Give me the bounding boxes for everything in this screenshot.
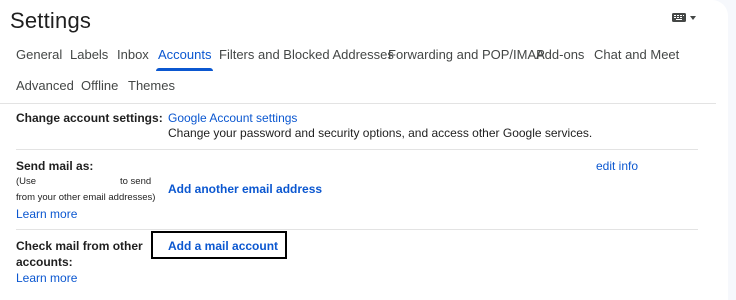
settings-tabs: General Labels Inbox Accounts Filters an… [0, 38, 716, 104]
tab-add-ons[interactable]: Add-ons [536, 47, 584, 71]
google-account-settings-link[interactable]: Google Account settings [168, 111, 297, 125]
tab-general[interactable]: General [16, 47, 62, 71]
input-tools-button[interactable] [672, 13, 696, 22]
page-title: Settings [10, 8, 92, 33]
tab-forwarding-and-pop-imap[interactable]: Forwarding and POP/IMAP [388, 47, 545, 71]
send-mail-note-end: to send [120, 176, 152, 187]
arrow-drop-down-icon [690, 15, 696, 20]
check-mail-label-line2: accounts: [16, 255, 73, 269]
keyboard-icon [672, 13, 686, 22]
edit-info-link[interactable]: edit info [596, 159, 638, 173]
change-account-description: Change your password and security option… [168, 126, 593, 140]
send-mail-note-start: (Use [16, 176, 37, 187]
tab-accounts[interactable]: Accounts [155, 47, 214, 71]
check-mail-label-line1: Check mail from other [16, 239, 143, 253]
settings-panel: Settings General Labels Inbox Accounts F… [0, 0, 728, 300]
send-mail-learn-more-link[interactable]: Learn more [16, 207, 77, 221]
tab-offline[interactable]: Offline [81, 78, 118, 102]
add-another-email-address-link[interactable]: Add another email address [168, 182, 322, 196]
row-change-account-settings: Change account settings: Google Account … [16, 104, 698, 150]
tab-filters-and-blocked-addresses[interactable]: Filters and Blocked Addresses [219, 47, 394, 71]
tab-chat-and-meet[interactable]: Chat and Meet [594, 47, 679, 71]
tab-themes[interactable]: Themes [128, 78, 175, 102]
change-account-settings-label: Change account settings: [16, 111, 163, 125]
tab-advanced[interactable]: Advanced [16, 78, 74, 102]
row-check-mail: Check mail from other accounts: Learn mo… [16, 230, 698, 300]
tab-labels[interactable]: Labels [70, 47, 108, 71]
tab-inbox[interactable]: Inbox [117, 47, 149, 71]
send-mail-as-label: Send mail as: [16, 159, 94, 173]
send-mail-note-line2: from your other email addresses) [16, 192, 156, 203]
check-mail-learn-more-link[interactable]: Learn more [16, 271, 77, 285]
row-send-mail-as: Send mail as: (Use to send from your oth… [16, 150, 698, 230]
highlight-box [151, 231, 287, 259]
